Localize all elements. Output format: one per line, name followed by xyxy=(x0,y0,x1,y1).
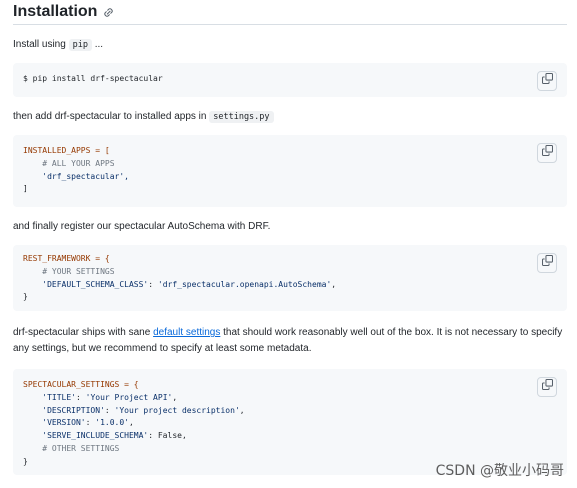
readme-section: Installation Install using pip ... $ pip… xyxy=(13,0,567,475)
defaults-paragraph: drf-spectacular ships with sane default … xyxy=(13,327,563,354)
code-line: REST_FRAMEWORK = { xyxy=(23,254,110,263)
code-block-install: $ pip install drf-spectacular xyxy=(13,63,567,97)
code-line: } xyxy=(23,292,28,302)
code-block-installed-apps: INSTALLED_APPS = [ # ALL YOUR APPS 'drf_… xyxy=(13,135,567,207)
settings-code: settings.py xyxy=(209,111,274,123)
autoschema-paragraph: and finally register our spectacular Aut… xyxy=(13,221,271,232)
intro-paragraph: Install using pip ... xyxy=(13,39,104,51)
copy-icon xyxy=(541,145,553,161)
code-block-rest-framework: REST_FRAMEWORK = { # YOUR SETTINGS 'DEFA… xyxy=(13,245,567,311)
code-line: ] xyxy=(23,184,28,194)
code-line: # ALL YOUR APPS xyxy=(23,158,115,168)
copy-button[interactable] xyxy=(537,253,557,273)
apps-paragraph: then add drf-spectacular to installed ap… xyxy=(13,109,567,125)
code-line: # OTHER SETTINGS xyxy=(23,443,120,453)
code-line: 'DEFAULT_SCHEMA_CLASS': 'drf_spectacular… xyxy=(23,279,337,289)
code-line: 'drf_spectacular', xyxy=(23,171,129,181)
code-line: 'DESCRIPTION': 'Your project description… xyxy=(23,405,245,415)
copy-icon xyxy=(541,73,553,89)
copy-icon xyxy=(541,379,553,395)
copy-button[interactable] xyxy=(537,143,557,163)
copy-icon xyxy=(541,255,553,271)
heading-divider xyxy=(13,24,567,25)
code-line: 'TITLE': 'Your Project API', xyxy=(23,392,178,402)
code-line: 'SERVE_INCLUDE_SCHEMA': False, xyxy=(23,431,187,441)
link-icon[interactable] xyxy=(103,7,114,18)
section-title: Installation xyxy=(13,3,98,20)
code-line: $ pip install drf-spectacular xyxy=(23,74,163,83)
pip-code: pip xyxy=(68,39,92,51)
copy-button[interactable] xyxy=(537,377,557,397)
copy-button[interactable] xyxy=(537,71,557,91)
csdn-watermark: CSDN @敬业小码哥 xyxy=(435,463,564,479)
code-line: SPECTACULAR_SETTINGS = { xyxy=(23,380,139,389)
installation-heading: Installation xyxy=(13,0,567,24)
code-line: 'VERSION': '1.0.0', xyxy=(23,418,134,428)
code-line: # YOUR SETTINGS xyxy=(23,266,115,276)
code-line: INSTALLED_APPS = [ xyxy=(23,146,110,155)
default-settings-link[interactable]: default settings xyxy=(153,327,220,338)
